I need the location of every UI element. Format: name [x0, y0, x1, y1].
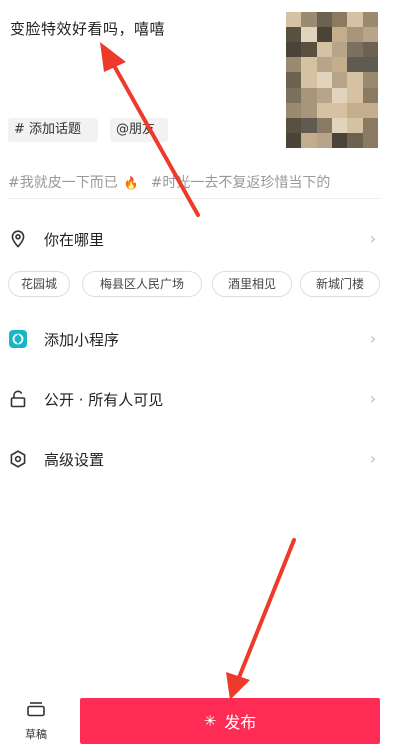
mini-program-row[interactable]: 添加小程序 › [8, 324, 380, 354]
suggested-topics-bar: #我就皮一下而已 🔥 #时光一去不复返珍惜当下的 [8, 172, 380, 194]
sparkle-icon: ✳ [203, 712, 217, 730]
suggested-topic[interactable]: #时光一去不复返珍惜当下的 [151, 172, 331, 192]
add-topic-chip[interactable]: # 添加话题 [8, 118, 98, 142]
chevron-right-icon: › [369, 229, 377, 248]
caption-text[interactable]: 变脸特效好看吗，嘻嘻 [10, 18, 165, 39]
advanced-settings-row[interactable]: 高级设置 › [8, 444, 380, 474]
location-pin-icon [8, 229, 28, 249]
flame-icon: 🔥 [123, 176, 139, 190]
location-row[interactable]: 你在哪里 › [8, 224, 380, 254]
divider [8, 198, 380, 199]
publish-label: 发布 [224, 713, 257, 732]
visibility-row[interactable]: 公开 · 所有人可见 › [8, 384, 380, 414]
pixelated-face-image [286, 12, 378, 148]
location-chip[interactable]: 梅县区人民广场 [82, 271, 202, 297]
cover-thumbnail[interactable] [286, 12, 378, 148]
chevron-right-icon: › [369, 449, 377, 468]
mention-friend-chip[interactable]: @朋友 [110, 118, 168, 142]
publish-button[interactable]: ✳ 发布 [80, 698, 380, 744]
draft-button[interactable]: 草稿 [16, 700, 56, 746]
mini-program-icon [8, 329, 28, 349]
location-chip[interactable]: 酒里相见 [212, 271, 292, 297]
visibility-label: 公开 · 所有人可见 [44, 390, 164, 409]
unlock-icon [8, 389, 28, 409]
hexagon-settings-icon [8, 449, 28, 469]
chevron-right-icon: › [369, 329, 377, 348]
advanced-settings-label: 高级设置 [44, 450, 105, 469]
draft-box-icon [27, 702, 45, 717]
suggested-topic[interactable]: #我就皮一下而已 [8, 172, 118, 192]
location-chip[interactable]: 花园城 [8, 271, 70, 297]
location-label: 你在哪里 [44, 230, 105, 249]
arrow-to-publish [226, 538, 296, 700]
location-chip[interactable]: 新城门楼 [300, 271, 380, 297]
mini-program-label: 添加小程序 [44, 330, 120, 349]
chevron-right-icon: › [369, 389, 377, 408]
draft-label: 草稿 [25, 728, 47, 741]
